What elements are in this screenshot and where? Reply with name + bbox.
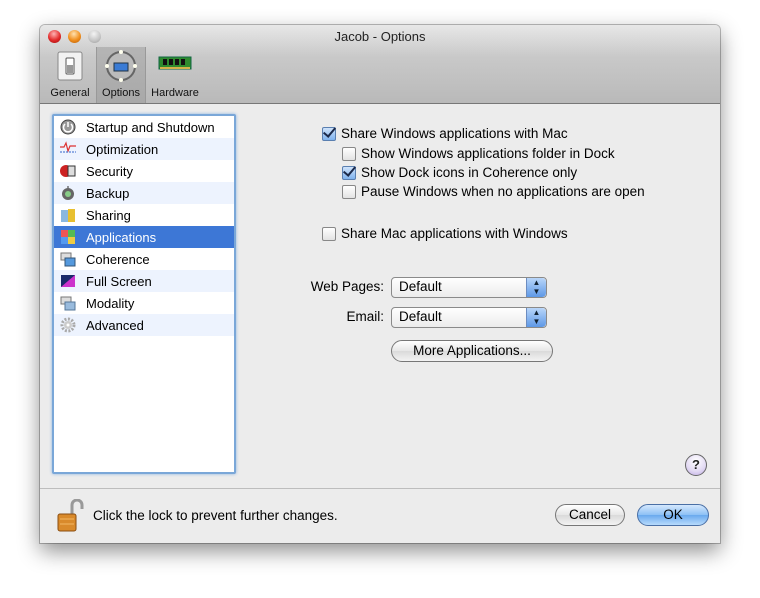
sidebar-item-full-screen[interactable]: Full Screen: [54, 270, 234, 292]
checkbox-label: Share Mac applications with Windows: [341, 226, 568, 241]
sidebar-item-label: Sharing: [86, 207, 131, 223]
show-apps-folder-checkbox[interactable]: Show Windows applications folder in Dock: [342, 146, 615, 161]
title-bar: Jacob - Options General Options Hardware: [40, 25, 720, 104]
ram-chip-icon: [158, 56, 192, 70]
checkbox-unchecked[interactable]: [342, 146, 356, 161]
email-label: Email:: [346, 309, 384, 324]
sidebar-item-label: Full Screen: [86, 273, 152, 289]
cancel-button[interactable]: Cancel: [555, 504, 625, 526]
sidebar-item-advanced[interactable]: Advanced: [54, 314, 234, 336]
applications-icon: [61, 230, 75, 244]
switch-icon: [57, 51, 83, 81]
checkbox-label: Share Windows applications with Mac: [341, 126, 568, 141]
optimization-icon: [60, 141, 76, 153]
backup-icon: [62, 186, 74, 200]
ok-button[interactable]: OK: [637, 504, 709, 526]
toolbar-general-label: General: [50, 87, 90, 99]
toolbar-options[interactable]: Options: [96, 47, 146, 103]
sidebar-item-security[interactable]: Security: [54, 160, 234, 182]
checkbox-checked[interactable]: [342, 165, 356, 180]
web-pages-label: Web Pages:: [310, 279, 384, 294]
show-dock-icons-checkbox[interactable]: Show Dock icons in Coherence only: [342, 165, 577, 180]
pause-windows-checkbox[interactable]: Pause Windows when no applications are o…: [342, 184, 645, 199]
full-screen-icon: [61, 275, 75, 287]
help-button[interactable]: ?: [685, 454, 707, 476]
security-icon: [60, 165, 76, 177]
toolbar-hardware[interactable]: Hardware: [146, 47, 204, 103]
web-pages-value: Default: [399, 279, 442, 294]
toolbar-hardware-label: Hardware: [151, 87, 199, 99]
options-icon: [105, 50, 137, 82]
sidebar-item-startup[interactable]: Startup and Shutdown: [54, 116, 234, 138]
sidebar-item-label: Backup: [86, 185, 130, 201]
sidebar-item-modality[interactable]: Modality: [54, 292, 234, 314]
checkbox-label: Show Dock icons in Coherence only: [361, 165, 578, 180]
email-value: Default: [399, 309, 442, 324]
window-title: Jacob - Options: [334, 29, 426, 44]
sidebar-item-label: Coherence: [86, 251, 150, 267]
modality-icon: [60, 296, 76, 311]
share-windows-apps-checkbox[interactable]: Share Windows applications with Mac: [322, 126, 568, 141]
sidebar-list: Startup and Shutdown Optimization Securi…: [52, 114, 236, 474]
footer-divider: [40, 488, 720, 489]
email-select[interactable]: Default ▲ ▼: [391, 307, 547, 328]
checkbox-unchecked[interactable]: [342, 184, 356, 199]
sidebar-item-optimization[interactable]: Optimization: [54, 138, 234, 160]
coherence-icon: [60, 252, 76, 267]
sidebar-item-label: Security: [86, 163, 133, 179]
toolbar-general[interactable]: General: [46, 47, 94, 103]
sidebar-item-label: Advanced: [86, 317, 144, 333]
sidebar-item-label: Modality: [86, 295, 135, 311]
more-applications-button[interactable]: More Applications...: [391, 340, 553, 362]
sharing-folder-icon: [61, 209, 75, 222]
gear-icon: [60, 317, 76, 333]
sidebar-item-label: Optimization: [86, 141, 159, 157]
checkbox-label: Pause Windows when no applications are o…: [361, 184, 645, 199]
sidebar-item-applications[interactable]: Applications: [54, 226, 234, 248]
stepper-arrows-icon: ▲ ▼: [526, 278, 546, 297]
checkbox-label: Show Windows applications folder in Dock: [361, 146, 615, 161]
checkbox-checked[interactable]: [322, 126, 336, 141]
sidebar-item-label: Applications: [86, 229, 157, 245]
power-icon: [60, 119, 76, 135]
web-pages-select[interactable]: Default ▲ ▼: [391, 277, 547, 298]
sidebar-item-label: Startup and Shutdown: [86, 119, 215, 135]
sidebar-item-coherence[interactable]: Coherence: [54, 248, 234, 270]
sidebar-item-backup[interactable]: Backup: [54, 182, 234, 204]
checkbox-unchecked[interactable]: [322, 226, 336, 241]
lock-message: Click the lock to prevent further change…: [93, 508, 338, 523]
unlocked-padlock-icon[interactable]: [56, 499, 84, 533]
share-mac-apps-checkbox[interactable]: Share Mac applications with Windows: [322, 226, 568, 241]
options-window: Jacob - Options General Options Hardware…: [40, 25, 720, 543]
toolbar-options-label: Options: [102, 87, 140, 99]
sidebar-item-sharing[interactable]: Sharing: [54, 204, 234, 226]
stepper-arrows-icon: ▲ ▼: [526, 308, 546, 327]
